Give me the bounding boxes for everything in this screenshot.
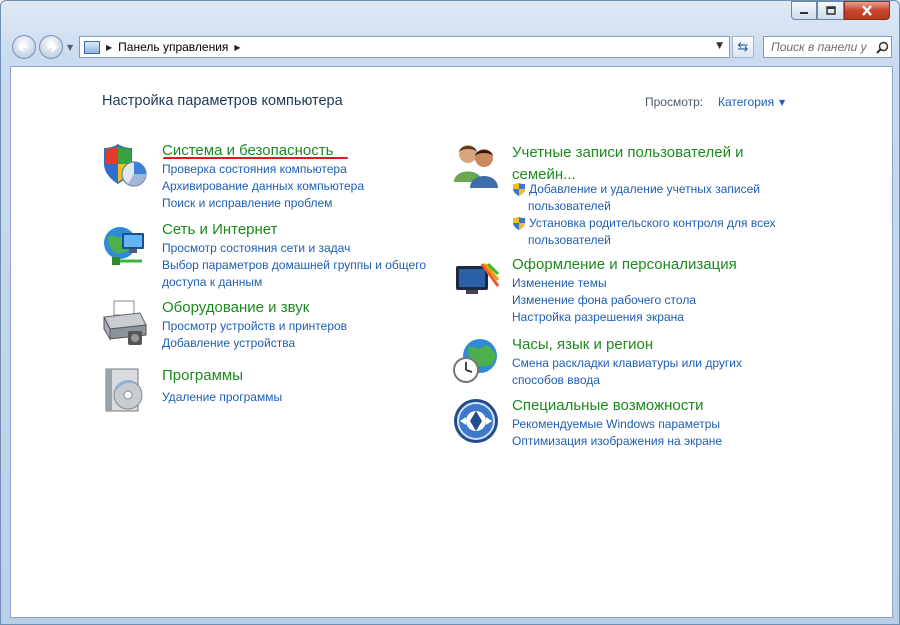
- shield-icon: [104, 144, 147, 187]
- link-change-theme[interactable]: Изменение темы: [512, 275, 696, 292]
- link-text: Добавление и удаление учетных записей: [529, 182, 761, 196]
- maximize-icon: [825, 6, 836, 15]
- view-mode-dropdown[interactable]: Категория: [718, 95, 774, 109]
- category-hardware-sound: Оборудование и звук Просмотр устройств и…: [102, 299, 432, 359]
- link-uninstall[interactable]: Удаление программы: [162, 389, 282, 406]
- link-devices-printers[interactable]: Просмотр устройств и принтеров: [162, 318, 347, 335]
- link-add-device[interactable]: Добавление устройства: [162, 335, 347, 352]
- minimize-icon: [800, 11, 808, 14]
- search-box[interactable]: Поиск в панели у: [763, 36, 892, 58]
- minimize-button[interactable]: [791, 1, 817, 20]
- link-optimize-display[interactable]: Оптимизация изображения на экране: [512, 433, 722, 450]
- forward-button[interactable]: [39, 35, 63, 59]
- recent-pages-chevron-icon[interactable]: ▼: [67, 43, 73, 52]
- view-mode-chevron-icon[interactable]: ▼: [779, 98, 785, 107]
- red-underline-highlight: [163, 157, 348, 159]
- category-links: Просмотр устройств и принтеров Добавлени…: [162, 318, 347, 352]
- category-title-appearance[interactable]: Оформление и персонализация: [512, 256, 737, 273]
- breadcrumb-separator-icon[interactable]: ▶: [234, 43, 240, 52]
- category-links: Удаление программы: [162, 389, 282, 406]
- category-clock-language-region: Часы, язык и регион Смена раскладки клав…: [452, 336, 792, 396]
- back-button[interactable]: [12, 35, 36, 59]
- category-title-clock-language-region[interactable]: Часы, язык и регион: [512, 336, 653, 353]
- category-programs: Программы Удаление программы: [102, 367, 432, 417]
- refresh-icon: ⇆: [737, 39, 749, 55]
- uac-shield-icon: [513, 217, 525, 230]
- link-backup[interactable]: Архивирование данных компьютера: [162, 178, 364, 195]
- category-title-user-accounts[interactable]: Учетные записи пользователей и семейн...: [512, 142, 744, 186]
- category-network-internet: Сеть и Интернет Просмотр состояния сети …: [102, 221, 442, 291]
- link-troubleshoot[interactable]: Поиск и исправление проблем: [162, 195, 364, 212]
- programs-disc-icon: [105, 368, 143, 412]
- link-keyboard-layout[interactable]: Смена раскладки клавиатуры или других: [512, 355, 742, 372]
- address-bar[interactable]: ▶ Панель управления ▶ ▼: [79, 36, 730, 58]
- category-title-hardware-sound[interactable]: Оборудование и звук: [162, 299, 309, 316]
- category-title-network-internet[interactable]: Сеть и Интернет: [162, 221, 278, 238]
- forward-arrow-icon: [48, 42, 58, 52]
- refresh-button[interactable]: ⇆: [732, 36, 754, 58]
- address-dropdown-icon[interactable]: ▼: [716, 41, 723, 51]
- close-button[interactable]: [844, 1, 890, 20]
- link-change-background[interactable]: Изменение фона рабочего стола: [512, 292, 696, 309]
- link-homegroup[interactable]: Выбор параметров домашней группы и общег…: [162, 257, 426, 274]
- category-links: Проверка состояния компьютера Архивирова…: [162, 161, 364, 212]
- category-links: Изменение темы Изменение фона рабочего с…: [512, 275, 696, 326]
- clock-globe-icon: [453, 339, 497, 383]
- category-links: Смена раскладки клавиатуры или других сп…: [512, 355, 742, 389]
- category-title-programs[interactable]: Программы: [162, 367, 243, 384]
- close-icon: [862, 5, 872, 16]
- category-links: Добавление и удаление учетных записей по…: [512, 181, 776, 249]
- view-label: Просмотр:: [645, 95, 704, 109]
- uac-shield-icon: [513, 183, 525, 196]
- link-parental-controls[interactable]: Установка родительского контроля для все…: [512, 215, 776, 232]
- maximize-button[interactable]: [817, 1, 844, 20]
- printer-icon: [103, 300, 147, 345]
- ease-of-access-icon: [454, 399, 498, 443]
- appearance-monitor-icon: [456, 262, 500, 294]
- link-parental-controls-cont[interactable]: пользователей: [512, 232, 776, 249]
- network-globe-icon: [104, 227, 144, 265]
- link-screen-resolution[interactable]: Настройка разрешения экрана: [512, 309, 696, 326]
- page-title: Настройка параметров компьютера: [102, 93, 343, 109]
- link-recommended-settings[interactable]: Рекомендуемые Windows параметры: [512, 416, 722, 433]
- search-icon[interactable]: [873, 41, 891, 54]
- breadcrumb-separator-icon[interactable]: ▶: [106, 43, 112, 52]
- category-links: Просмотр состояния сети и задач Выбор па…: [162, 240, 426, 291]
- link-add-remove-accounts[interactable]: Добавление и удаление учетных записей: [512, 181, 776, 198]
- window-frame: ▼ ▶ Панель управления ▶ ▼ ⇆ Поиск в пане…: [0, 0, 900, 625]
- link-keyboard-layout-cont[interactable]: способов ввода: [512, 372, 742, 389]
- category-title-ease-of-access[interactable]: Специальные возможности: [512, 397, 704, 414]
- category-title-line: Учетные записи пользователей и: [512, 144, 744, 161]
- link-add-remove-accounts-cont[interactable]: пользователей: [512, 198, 776, 215]
- search-input[interactable]: Поиск в панели у: [764, 40, 873, 54]
- breadcrumb-control-panel[interactable]: Панель управления: [118, 40, 228, 54]
- category-system-security: Система и безопасность Проверка состояни…: [102, 142, 432, 212]
- users-icon: [454, 145, 498, 188]
- titlebar: [61, 1, 301, 11]
- category-ease-of-access: Специальные возможности Рекомендуемые Wi…: [452, 397, 792, 457]
- control-panel-icon: [84, 40, 100, 54]
- back-arrow-icon: [17, 42, 27, 52]
- link-homegroup-cont[interactable]: доступа к данным: [162, 274, 426, 291]
- link-network-status[interactable]: Просмотр состояния сети и задач: [162, 240, 426, 257]
- link-text: Установка родительского контроля для все…: [529, 216, 776, 230]
- category-links: Рекомендуемые Windows параметры Оптимиза…: [512, 416, 722, 450]
- category-appearance: Оформление и персонализация Изменение те…: [452, 256, 792, 326]
- category-user-accounts: Учетные записи пользователей и семейн...…: [452, 142, 792, 252]
- link-check-status[interactable]: Проверка состояния компьютера: [162, 161, 364, 178]
